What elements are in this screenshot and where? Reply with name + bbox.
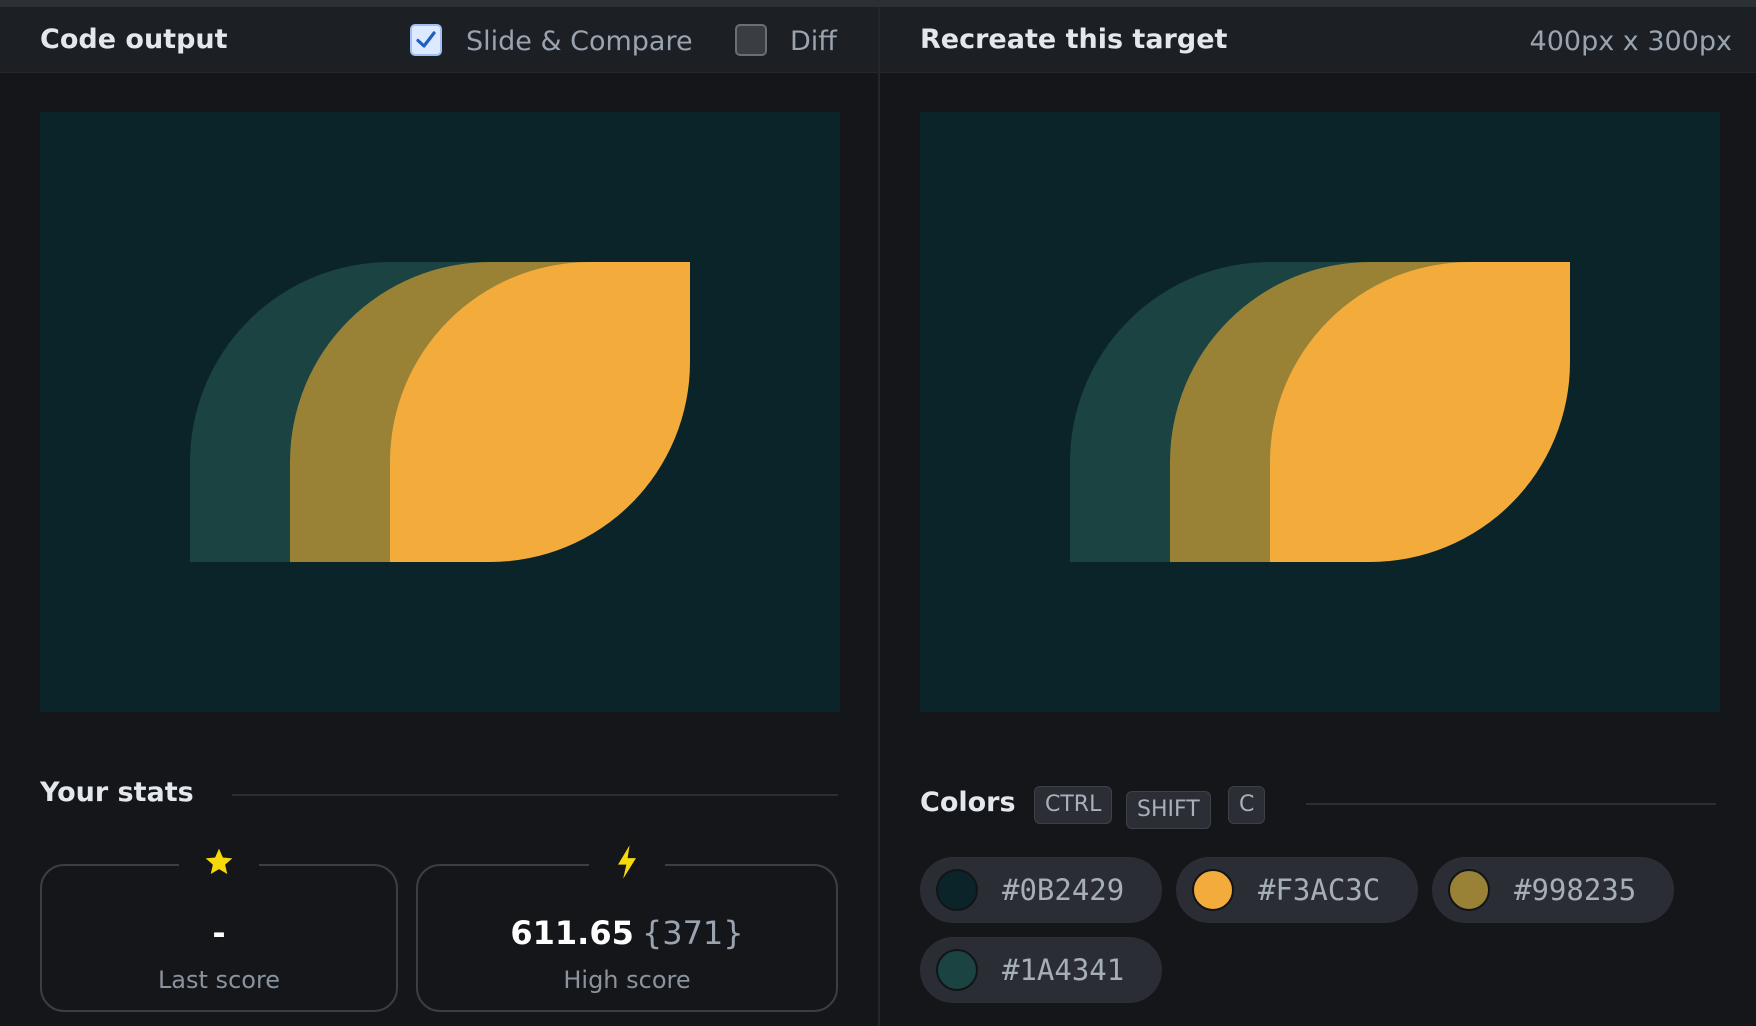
target-title: Recreate this target	[920, 24, 1228, 55]
top-border	[0, 0, 1756, 7]
diff-label[interactable]: Diff	[790, 26, 837, 57]
color-hex: #998235	[1514, 873, 1637, 907]
lightning-icon	[589, 840, 665, 884]
slide-compare-label[interactable]: Slide & Compare	[466, 26, 693, 57]
code-output-canvas[interactable]	[40, 112, 840, 712]
slide-compare-checkbox[interactable]	[410, 24, 442, 56]
code-output-panel: Code output Slide & Compare Diff Your st…	[0, 7, 878, 1026]
high-score-value: 611.65 {371}	[510, 914, 744, 952]
stats-title: Your stats	[40, 777, 194, 808]
target-header: Recreate this target 400px x 300px	[880, 7, 1756, 73]
colors-divider	[1306, 803, 1716, 805]
last-score-value: -	[212, 914, 226, 952]
target-canvas	[920, 112, 1720, 712]
color-dot	[1448, 869, 1490, 911]
color-swatch[interactable]: #0B2429	[920, 857, 1162, 923]
color-dot	[936, 949, 978, 991]
star-icon	[179, 840, 259, 884]
high-score-extra: {371}	[641, 914, 744, 952]
color-dot	[936, 869, 978, 911]
shortcut-key-c: C	[1228, 786, 1266, 824]
target-panel: Recreate this target 400px x 300px Color…	[880, 7, 1756, 1026]
colors-title: Colors	[920, 787, 1016, 818]
color-hex: #F3AC3C	[1258, 873, 1381, 907]
code-output-header: Code output Slide & Compare Diff	[0, 7, 878, 73]
color-dot	[1192, 869, 1234, 911]
color-swatch[interactable]: #F3AC3C	[1176, 857, 1418, 923]
high-score-label: High score	[563, 966, 691, 994]
shortcut-key-ctrl: CTRL	[1034, 786, 1113, 824]
target-dimensions: 400px x 300px	[1529, 26, 1732, 57]
color-hex: #0B2429	[1002, 873, 1125, 907]
diff-checkbox[interactable]	[735, 24, 767, 56]
last-score-label: Last score	[157, 966, 281, 994]
color-swatch[interactable]: #1A4341	[920, 937, 1162, 1003]
last-score-card: - Last score	[40, 840, 398, 1012]
code-output-title: Code output	[40, 24, 228, 55]
color-swatch[interactable]: #998235	[1432, 857, 1674, 923]
high-score-card: 611.65 {371} High score	[416, 840, 838, 1012]
stats-divider	[232, 794, 838, 796]
shortcut-key-shift: SHIFT	[1126, 791, 1211, 829]
checkmark-icon	[416, 31, 436, 48]
color-hex: #1A4341	[1002, 953, 1125, 987]
